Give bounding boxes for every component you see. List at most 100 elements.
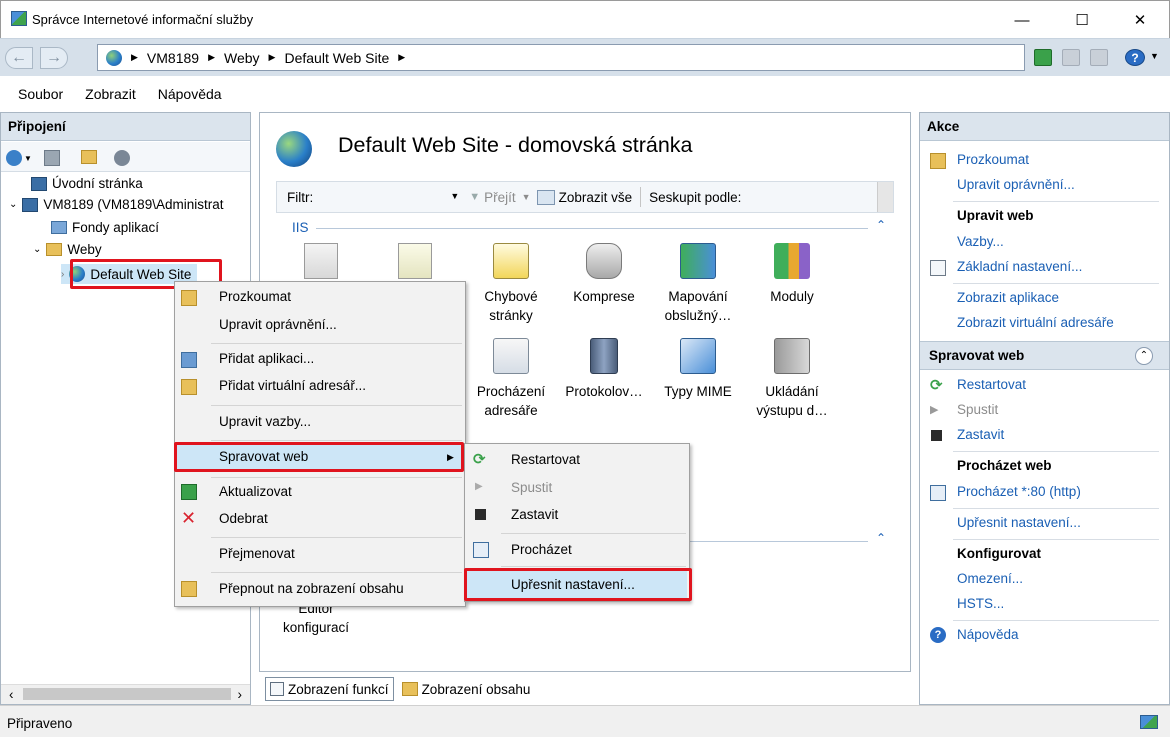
- content-view-icon: [401, 682, 418, 696]
- group-header-iis[interactable]: IIS ⌃: [276, 218, 894, 238]
- menu-file[interactable]: Soubor: [18, 86, 63, 102]
- feature-handler-mappings[interactable]: Mapování obslužný…: [656, 243, 740, 325]
- menu-item-add-application[interactable]: Přidat aplikaci...: [219, 351, 314, 366]
- breadcrumb-server[interactable]: VM8189: [147, 50, 199, 66]
- action-view-applications[interactable]: Zobrazit aplikace: [957, 290, 1059, 305]
- chevron-down-icon[interactable]: ▼: [24, 154, 32, 163]
- menu-item-edit-bindings[interactable]: Upravit vazby...: [219, 414, 311, 429]
- feature-compression[interactable]: Komprese: [562, 243, 646, 306]
- collapse-icon[interactable]: ⌃: [1135, 347, 1153, 365]
- tree-item-sites[interactable]: ⌄ Weby: [33, 242, 102, 257]
- action-edit-permissions[interactable]: Upravit oprávnění...: [957, 177, 1075, 192]
- connect-icon[interactable]: [6, 150, 22, 166]
- chevron-right-icon[interactable]: ›: [61, 269, 64, 280]
- menu-item-remove[interactable]: Odebrat: [219, 511, 268, 526]
- action-hsts[interactable]: HSTS...: [957, 596, 1004, 611]
- feature-output-caching[interactable]: Ukládání výstupu d…: [750, 338, 834, 420]
- action-basic-settings[interactable]: Základní nastavení...: [957, 259, 1082, 274]
- tab-features-view[interactable]: Zobrazení funkcí: [265, 677, 394, 701]
- refresh-icon[interactable]: [1034, 49, 1052, 66]
- menu-bar: Soubor Zobrazit Nápověda: [0, 76, 1170, 112]
- action-explore[interactable]: Prozkoumat: [957, 152, 1029, 167]
- feature-modules[interactable]: Moduly: [750, 243, 834, 306]
- close-button[interactable]: ✕: [1117, 1, 1163, 39]
- filter-scrollbar[interactable]: [877, 182, 893, 212]
- restart-icon: ⟳: [930, 377, 943, 394]
- action-limits[interactable]: Omezení...: [957, 571, 1023, 586]
- feature-directory-browsing[interactable]: Procházení adresáře: [469, 338, 553, 420]
- action-browse-http[interactable]: Procházet *:80 (http): [957, 484, 1081, 499]
- menu-help[interactable]: Nápověda: [158, 86, 222, 102]
- help-icon[interactable]: ?: [1125, 49, 1145, 66]
- stop-icon[interactable]: [1062, 49, 1080, 66]
- home-icon[interactable]: [1090, 49, 1108, 66]
- menu-view[interactable]: Zobrazit: [85, 86, 136, 102]
- actions-pane: Akce Prozkoumat Upravit oprávnění... Upr…: [919, 112, 1170, 705]
- horizontal-scrollbar[interactable]: ‹ ›: [1, 684, 250, 704]
- authentication-icon[interactable]: [304, 243, 338, 279]
- action-bindings[interactable]: Vazby...: [957, 234, 1004, 249]
- chevron-down-icon[interactable]: ⌄: [9, 199, 17, 210]
- tree-item-start-page[interactable]: Úvodní stránka: [31, 176, 143, 191]
- tab-label: Zobrazení obsahu: [421, 681, 531, 697]
- manage-site-header[interactable]: Spravovat web ⌃: [920, 341, 1169, 370]
- filter-input[interactable]: ▼: [317, 187, 461, 207]
- go-button[interactable]: Přejít: [484, 190, 516, 205]
- group-by-label[interactable]: Seskupit podle:: [649, 190, 741, 205]
- logging-icon: [590, 338, 618, 374]
- scroll-right-icon[interactable]: ›: [238, 687, 243, 702]
- chevron-down-icon[interactable]: ▼: [450, 191, 459, 201]
- maximize-button[interactable]: ☐: [1059, 1, 1105, 39]
- menu-item-add-virtual-directory[interactable]: Přidat virtuální adresář...: [219, 378, 366, 393]
- tree-item-label: Fondy aplikací: [72, 220, 160, 235]
- submenu-item-restart[interactable]: Restartovat: [511, 452, 580, 467]
- features-view-icon: [270, 682, 284, 696]
- browse-icon: [930, 485, 946, 501]
- tab-content-view[interactable]: Zobrazení obsahu: [397, 677, 536, 701]
- action-help[interactable]: Nápověda: [957, 627, 1019, 642]
- page-title: Default Web Site - domovská stránka: [338, 133, 693, 157]
- feature-error-pages[interactable]: Chybové stránky: [469, 243, 553, 325]
- show-all-button[interactable]: Zobrazit vše: [559, 190, 633, 205]
- action-view-virtual-directories[interactable]: Zobrazit virtuální adresáře: [957, 315, 1114, 330]
- feature-logging[interactable]: Protokolov…: [562, 338, 646, 401]
- breadcrumb-site[interactable]: Default Web Site: [284, 50, 389, 66]
- chevron-down-icon[interactable]: ▼: [1150, 51, 1159, 61]
- scroll-left-icon[interactable]: ‹: [9, 687, 14, 702]
- default-document-icon[interactable]: [398, 243, 432, 279]
- start-icon: ▶: [475, 481, 483, 492]
- disconnect-icon[interactable]: [114, 150, 130, 166]
- save-icon[interactable]: [44, 150, 60, 166]
- submenu-item-stop[interactable]: Zastavit: [511, 507, 558, 522]
- action-advanced-settings[interactable]: Upřesnit nastavení...: [957, 515, 1081, 530]
- submenu-item-browse[interactable]: Procházet: [511, 542, 572, 557]
- back-arrow-icon[interactable]: ←: [5, 47, 33, 69]
- breadcrumb[interactable]: ▶ VM8189 ▶ Weby ▶ Default Web Site ▶: [97, 44, 1025, 71]
- action-restart[interactable]: Restartovat: [957, 377, 1026, 392]
- connections-toolbar: ▼: [1, 142, 250, 172]
- scrollbar-thumb[interactable]: [23, 688, 231, 700]
- feature-label: Ukládání výstupu d…: [756, 384, 828, 418]
- stop-icon: [931, 430, 942, 441]
- app-pools-icon: [51, 221, 67, 234]
- breadcrumb-sites[interactable]: Weby: [224, 50, 260, 66]
- chevron-down-icon[interactable]: ⌄: [33, 244, 41, 255]
- feature-mime-types[interactable]: Typy MIME: [656, 338, 740, 401]
- chevron-down-icon[interactable]: ▼: [522, 192, 531, 202]
- menu-item-explore[interactable]: Prozkoumat: [219, 289, 291, 304]
- add-application-icon: [181, 352, 197, 368]
- collapse-icon[interactable]: ⌃: [876, 531, 886, 545]
- menu-item-switch-content-view[interactable]: Přepnout na zobrazení obsahu: [219, 581, 404, 596]
- filter-label: Filtr:: [287, 189, 314, 205]
- tree-item-server[interactable]: ⌄ VM8189 (VM8189\Administrat: [9, 197, 223, 212]
- menu-item-rename[interactable]: Přejmenovat: [219, 546, 295, 561]
- action-stop[interactable]: Zastavit: [957, 427, 1004, 442]
- minimize-button[interactable]: —: [999, 1, 1045, 39]
- collapse-icon[interactable]: ⌃: [876, 218, 886, 232]
- chevron-right-icon: ▶: [131, 52, 138, 62]
- tree-item-app-pools[interactable]: Fondy aplikací: [51, 220, 159, 235]
- folder-up-icon[interactable]: [81, 150, 97, 164]
- forward-arrow-icon[interactable]: →: [40, 47, 68, 69]
- menu-item-edit-permissions[interactable]: Upravit oprávnění...: [219, 317, 337, 332]
- menu-item-refresh[interactable]: Aktualizovat: [219, 484, 292, 499]
